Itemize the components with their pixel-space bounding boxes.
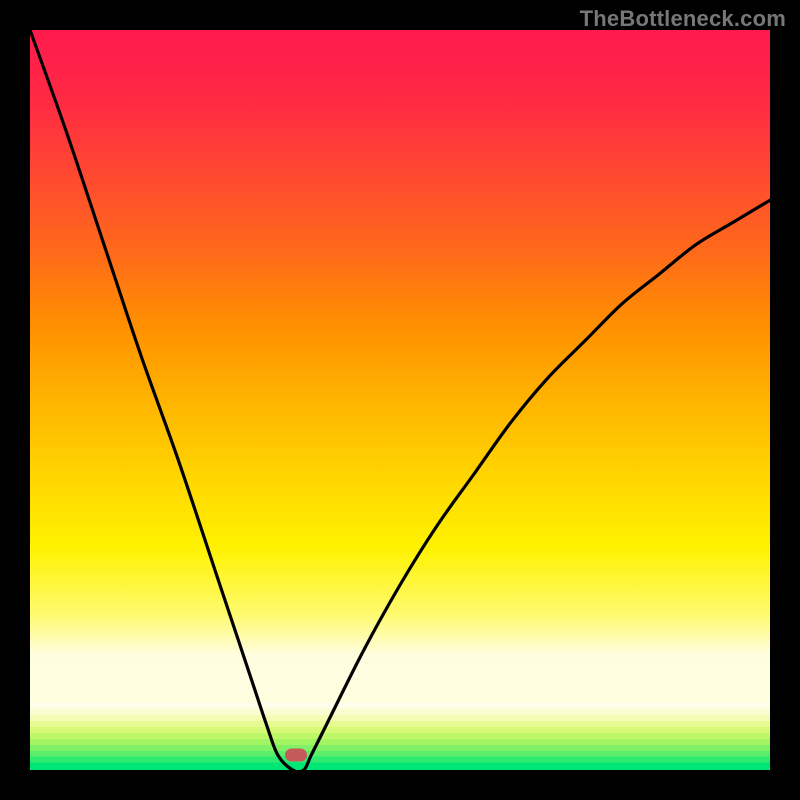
optimal-point-marker bbox=[285, 749, 307, 762]
bottleneck-curve bbox=[30, 30, 770, 770]
chart-frame: TheBottleneck.com bbox=[0, 0, 800, 800]
plot-area bbox=[30, 30, 770, 770]
watermark-text: TheBottleneck.com bbox=[580, 6, 786, 32]
